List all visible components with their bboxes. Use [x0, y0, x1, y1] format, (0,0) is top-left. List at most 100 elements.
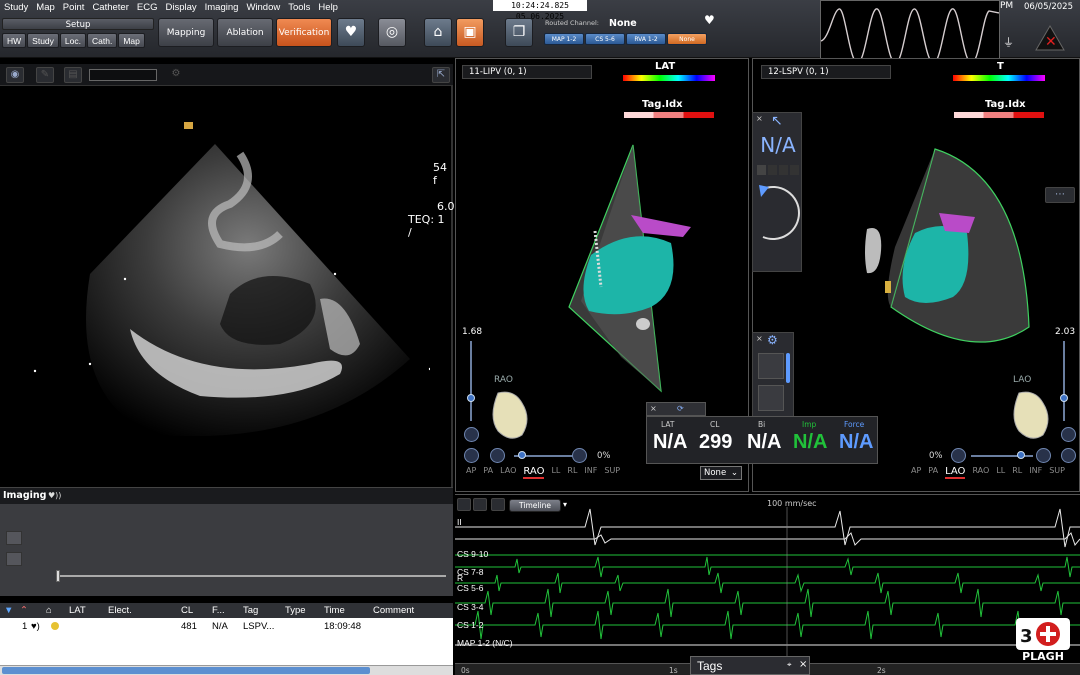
- expand-icon[interactable]: ⇱: [432, 67, 450, 83]
- scale-slider-left[interactable]: [470, 341, 472, 421]
- orient-rl[interactable]: RL: [567, 466, 577, 479]
- tool-button-2[interactable]: [758, 385, 784, 411]
- close-icon[interactable]: ×: [799, 659, 807, 670]
- orient-lao[interactable]: LAO: [945, 466, 966, 479]
- orient-ap[interactable]: AP: [911, 466, 921, 479]
- scrollbar-thumb[interactable]: [2, 667, 370, 674]
- zoom-in-icon[interactable]: [1036, 448, 1051, 463]
- orient-ll[interactable]: LL: [551, 466, 560, 479]
- heart-orientation-icon[interactable]: [488, 387, 532, 443]
- zoom-slider-handle-right[interactable]: [1017, 451, 1025, 459]
- mapping-button[interactable]: Mapping: [158, 18, 214, 47]
- col-cl[interactable]: CL: [181, 605, 193, 616]
- menu-point[interactable]: Point: [59, 0, 89, 16]
- save-icon[interactable]: ▤: [64, 67, 82, 83]
- clip-play-icon[interactable]: [6, 531, 22, 545]
- table-horizontal-scrollbar[interactable]: [0, 665, 453, 675]
- orient-rao[interactable]: RAO: [972, 466, 989, 479]
- zoom-out-icon[interactable]: [951, 448, 966, 463]
- map-button[interactable]: Map: [118, 33, 145, 48]
- heart-rate-button[interactable]: ♥: [337, 18, 365, 47]
- edit-icon[interactable]: ✎: [36, 67, 54, 83]
- shell-button[interactable]: ⌂: [424, 18, 452, 47]
- rotate-icon[interactable]: [1061, 448, 1076, 463]
- scale-slider-handle-right[interactable]: [1060, 394, 1068, 402]
- settings-icon[interactable]: ⚙: [167, 67, 185, 83]
- channel-none-button[interactable]: None: [667, 33, 707, 45]
- channel-cs-button[interactable]: CS 5-6: [585, 33, 625, 45]
- heart-orientation-icon[interactable]: [1009, 387, 1053, 443]
- clip-stop-icon[interactable]: [6, 552, 22, 566]
- map-selector-right[interactable]: 12-LSPV (0, 1): [761, 65, 891, 79]
- col-f[interactable]: F...: [212, 605, 225, 616]
- tags-panel-tab[interactable]: Tags ⌖ ×: [690, 656, 810, 675]
- cath-button[interactable]: Cath.: [87, 33, 118, 48]
- col-time[interactable]: Time: [324, 605, 345, 616]
- verification-button[interactable]: Verification: [276, 18, 332, 47]
- scale-slider-right[interactable]: [1063, 341, 1065, 421]
- catheter-view-button[interactable]: ◎: [378, 18, 406, 47]
- zoom-in-icon[interactable]: [572, 448, 587, 463]
- col-comment[interactable]: Comment: [373, 605, 414, 616]
- menu-tools[interactable]: Tools: [284, 0, 314, 16]
- col-tag[interactable]: Tag: [243, 605, 258, 616]
- sort-icon[interactable]: ⌃: [20, 605, 28, 616]
- col-lat[interactable]: LAT: [69, 605, 86, 616]
- orient-pa[interactable]: PA: [928, 466, 938, 479]
- orient-inf[interactable]: INF: [1029, 466, 1042, 479]
- orient-pa[interactable]: PA: [483, 466, 493, 479]
- camera-icon[interactable]: ◉: [6, 67, 24, 83]
- menu-ecg[interactable]: ECG: [133, 0, 162, 16]
- close-icon[interactable]: ×: [756, 114, 763, 123]
- ablation-button[interactable]: Ablation: [217, 18, 273, 47]
- record-button[interactable]: ▣: [456, 18, 484, 47]
- close-icon[interactable]: ×: [756, 334, 763, 343]
- loc-button[interactable]: Loc.: [59, 33, 86, 48]
- menu-imaging[interactable]: Imaging: [201, 0, 243, 16]
- channel-map-button[interactable]: MAP 1-2: [544, 33, 584, 45]
- orient-sup[interactable]: SUP: [1049, 466, 1065, 479]
- clip-timeline-handle[interactable]: [56, 570, 60, 582]
- scale-slider-handle-left[interactable]: [467, 394, 475, 402]
- orient-inf[interactable]: INF: [584, 466, 597, 479]
- orient-lao[interactable]: LAO: [500, 466, 516, 479]
- map-selector-left[interactable]: 11-LIPV (0, 1): [462, 65, 592, 79]
- reset-view-icon[interactable]: [464, 427, 479, 442]
- pin-icon[interactable]: ⌖: [787, 660, 792, 670]
- tool-scroll[interactable]: [786, 353, 790, 383]
- menu-window[interactable]: Window: [242, 0, 284, 16]
- tool-button-1[interactable]: [758, 353, 784, 379]
- menu-map[interactable]: Map: [32, 0, 58, 16]
- alert-icon[interactable]: ✕: [1030, 24, 1076, 52]
- orient-rl[interactable]: RL: [1012, 466, 1022, 479]
- speaker-icon[interactable]: ♥)): [48, 491, 61, 500]
- filter-icon[interactable]: ▼: [4, 605, 13, 616]
- menu-study[interactable]: Study: [0, 0, 32, 16]
- menu-catheter[interactable]: Catheter: [88, 0, 132, 16]
- gear-icon[interactable]: ⚙: [767, 333, 778, 347]
- reset-view-icon[interactable]: [1061, 427, 1076, 442]
- hw-button[interactable]: HW: [2, 33, 27, 48]
- col-elect[interactable]: Elect.: [108, 605, 132, 616]
- clip-timeline-slider[interactable]: [56, 575, 446, 577]
- orient-ll[interactable]: LL: [996, 466, 1005, 479]
- close-icon[interactable]: ×: [650, 404, 657, 413]
- refresh-icon[interactable]: ⟳: [677, 404, 684, 413]
- readout-select[interactable]: None ⌄: [700, 466, 742, 480]
- setup-button[interactable]: Setup: [2, 18, 154, 30]
- map-tools-icon[interactable]: ⋯: [1045, 187, 1075, 203]
- orient-rao[interactable]: RAO: [523, 466, 545, 479]
- menu-display[interactable]: Display: [161, 0, 200, 16]
- orient-sup[interactable]: SUP: [604, 466, 620, 479]
- rotate-icon[interactable]: [464, 448, 479, 463]
- pin-icon[interactable]: ⌂: [46, 605, 52, 616]
- col-type[interactable]: Type: [285, 605, 306, 616]
- zoom-slider-handle-left[interactable]: [518, 451, 526, 459]
- zoom-out-icon[interactable]: [490, 448, 505, 463]
- orient-ap[interactable]: AP: [466, 466, 476, 479]
- imaging-source-select[interactable]: [89, 69, 157, 81]
- study-button[interactable]: Study: [27, 33, 59, 48]
- table-row[interactable]: 1 ♥) 481 N/A LSPV... 18:09:48: [0, 619, 453, 633]
- menu-help[interactable]: Help: [314, 0, 342, 16]
- channel-rva-button[interactable]: RVA 1-2: [626, 33, 666, 45]
